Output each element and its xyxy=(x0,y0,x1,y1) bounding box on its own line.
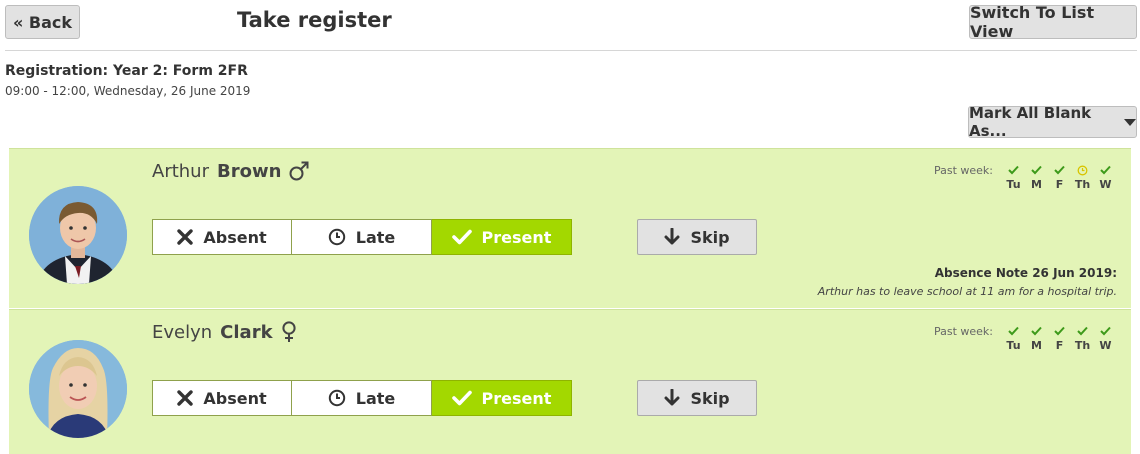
clock-icon xyxy=(328,228,346,246)
female-symbol-icon xyxy=(280,321,298,343)
past-week-day: Th xyxy=(1071,163,1094,191)
check-icon xyxy=(451,229,472,245)
registration-time: 09:00 - 12:00, Wednesday, 26 June 2019 xyxy=(5,84,251,98)
first-name: Evelyn xyxy=(152,321,213,343)
late-label: Late xyxy=(355,388,396,408)
day-label: M xyxy=(1031,339,1042,352)
past-week-day: F xyxy=(1048,324,1071,352)
past-week-day: F xyxy=(1048,163,1071,191)
past-week-day: W xyxy=(1094,324,1117,352)
arrow-down-icon xyxy=(664,389,680,407)
present-button[interactable]: Present xyxy=(432,219,572,255)
last-name: Brown xyxy=(217,160,282,182)
check-icon xyxy=(1031,324,1042,338)
day-label: M xyxy=(1031,178,1042,191)
last-name: Clark xyxy=(220,321,273,343)
header-divider xyxy=(5,50,1137,51)
absent-label: Absent xyxy=(203,388,267,408)
past-week-label: Past week: xyxy=(933,164,993,177)
attendance-options: Absent Late Present xyxy=(152,219,572,255)
late-label: Late xyxy=(355,227,396,247)
day-label: W xyxy=(1099,339,1112,352)
first-name: Arthur xyxy=(152,160,209,182)
past-week-day: Tu xyxy=(1002,163,1025,191)
check-icon xyxy=(1054,163,1065,177)
present-label: Present xyxy=(481,227,552,247)
absence-note-text: Arthur has to leave school at 11 am for … xyxy=(817,285,1117,298)
registration-title: Registration: Year 2: Form 2FR xyxy=(5,63,248,79)
check-icon xyxy=(1100,324,1111,338)
skip-button[interactable]: Skip xyxy=(637,219,757,255)
day-label: F xyxy=(1055,178,1064,191)
day-label: Th xyxy=(1074,178,1091,191)
clock-icon xyxy=(328,389,346,407)
student-name: Evelyn Clark xyxy=(152,321,298,343)
check-icon xyxy=(1077,324,1088,338)
past-week-day: Tu xyxy=(1002,324,1025,352)
past-week-day: Th xyxy=(1071,324,1094,352)
clock-icon xyxy=(1077,163,1088,177)
day-label: Tu xyxy=(1006,339,1021,352)
check-icon xyxy=(451,390,472,406)
skip-button[interactable]: Skip xyxy=(637,380,757,416)
absence-note: Absence Note 26 Jun 2019: Arthur has to … xyxy=(818,266,1117,298)
day-label: Th xyxy=(1074,339,1091,352)
check-icon xyxy=(1100,163,1111,177)
day-label: W xyxy=(1099,178,1112,191)
check-icon xyxy=(1031,163,1042,177)
cross-icon xyxy=(177,229,194,245)
present-label: Present xyxy=(481,388,552,408)
check-icon xyxy=(1008,163,1019,177)
male-symbol-icon xyxy=(288,160,310,182)
past-week-day: M xyxy=(1025,163,1048,191)
mark-all-blank-dropdown[interactable]: Mark All Blank As... xyxy=(968,104,1137,140)
arrow-down-icon xyxy=(664,228,680,246)
check-icon xyxy=(1054,324,1065,338)
skip-label: Skip xyxy=(690,388,730,408)
student-row: Arthur Brown Absent Late Present Skip Pa… xyxy=(9,148,1131,308)
attendance-options: Absent Late Present xyxy=(152,380,572,416)
skip-label: Skip xyxy=(690,227,730,247)
late-button[interactable]: Late xyxy=(292,380,432,416)
back-button[interactable]: « Back xyxy=(5,5,80,39)
student-photo xyxy=(29,340,127,438)
absent-button[interactable]: Absent xyxy=(152,380,292,416)
absence-note-title: Absence Note 26 Jun 2019: xyxy=(934,266,1117,280)
day-label: Tu xyxy=(1006,178,1021,191)
caret-down-icon xyxy=(1124,118,1136,126)
past-week-day: M xyxy=(1025,324,1048,352)
day-label: F xyxy=(1055,339,1064,352)
absent-label: Absent xyxy=(203,227,267,247)
past-week-day: W xyxy=(1094,163,1117,191)
present-button[interactable]: Present xyxy=(432,380,572,416)
past-week-summary: Past week: Tu M F Th W xyxy=(934,324,1117,352)
page-title: Take register xyxy=(237,8,392,32)
late-button[interactable]: Late xyxy=(292,219,432,255)
student-photo xyxy=(29,186,127,284)
cross-icon xyxy=(177,390,194,406)
student-name: Arthur Brown xyxy=(152,160,310,182)
absent-button[interactable]: Absent xyxy=(152,219,292,255)
past-week-label: Past week: xyxy=(933,325,993,338)
check-icon xyxy=(1008,324,1019,338)
past-week-summary: Past week: Tu M F Th W xyxy=(934,163,1117,191)
switch-to-list-view-button[interactable]: Switch To List View xyxy=(969,3,1137,41)
mark-all-label: Mark All Blank As... xyxy=(969,104,1092,140)
student-row: Evelyn Clark Absent Late Present Skip Pa… xyxy=(9,309,1131,454)
